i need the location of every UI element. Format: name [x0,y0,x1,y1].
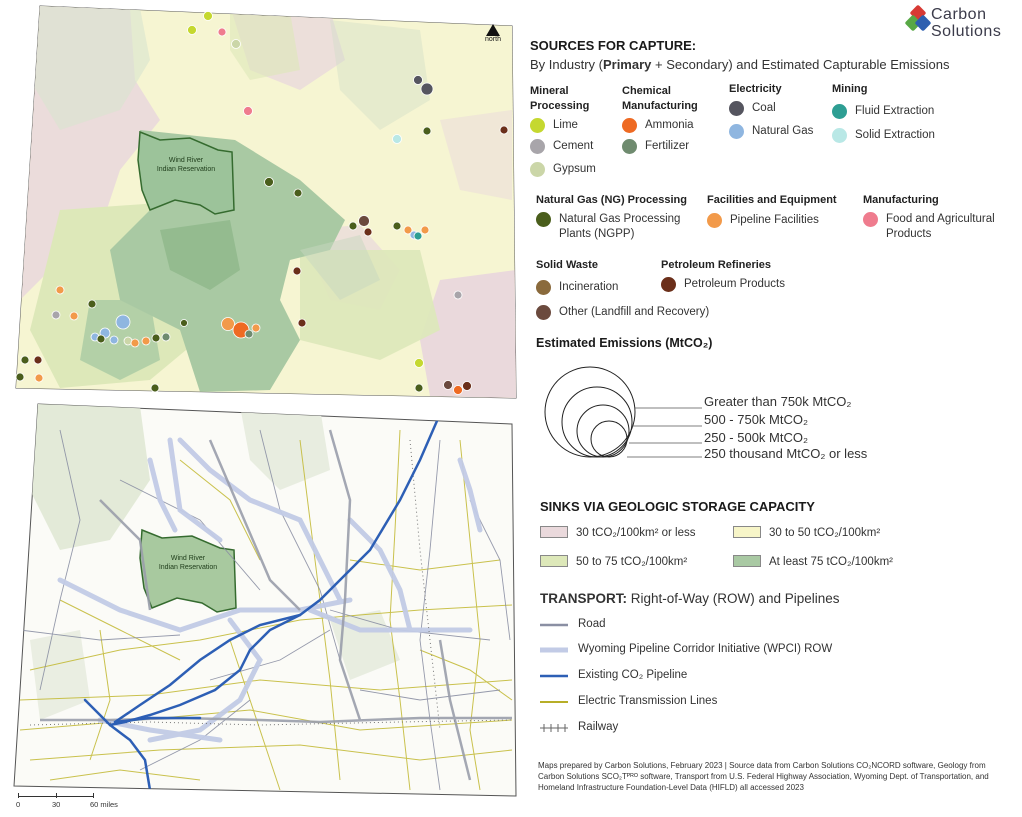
north-arrow: north [481,24,505,43]
logo-line-1: Carbon [931,6,987,23]
emissions-size-legend [544,366,702,458]
sources-title: SOURCES FOR CAPTURE: [530,38,697,53]
storage-capacity-raster [16,6,516,398]
scale-zero: 0 [16,800,21,809]
scale-end: 60 miles [90,800,118,809]
sink-swatch-2 [733,526,761,538]
capture-sources-map[interactable]: Wind River Indian Reservation north [0,0,520,405]
sources-subtitle: By Industry (Primary + Secondary) and Es… [530,57,950,72]
legend-coal: Coal [729,101,776,116]
legend-sink-2: 30 to 50 tCO₂/100km² [733,526,880,541]
reservation-label-2: Indian Reservation [157,166,215,173]
petroleum-title: Petroleum Refineries [661,259,772,271]
legend-petroleum-products: Petroleum Products [661,277,785,292]
legend-co2-pipeline: Existing CO₂ Pipeline [540,668,687,683]
north-arrow-icon [486,24,500,36]
legend-cement: Cement [530,139,593,154]
emissions-class-1: Greater than 750k MtCO₂ [704,394,852,409]
sink-swatch-3 [540,555,568,567]
solid-extraction-dot-icon [832,128,847,143]
emissions-title: Estimated Emissions (MtCO₂) [536,336,713,350]
scale-mid: 30 [52,800,61,809]
sink-swatch-4 [733,555,761,567]
legend-lime: Lime [530,118,578,133]
sinks-title: SINKS VIA GEOLOGIC STORAGE CAPACITY [540,499,815,514]
railway-line-icon [540,724,568,732]
road-line-icon [540,623,568,627]
reservation-label-bottom-1: Wind River [171,555,206,562]
solid-waste-title: Solid Waste [536,259,598,271]
facilities-title: Facilities and Equipment [707,194,837,206]
transport-map-svg: Wind River Indian Reservation [13,403,517,797]
legend-landfill: Other (Landfill and Recovery) [536,305,709,320]
chemical-title: Chemical Manufacturing [622,85,698,112]
coal-dot-icon [729,101,744,116]
manufacturing-title: Manufacturing [863,194,939,206]
ng-title: Natural Gas (NG) Processing [536,194,687,206]
legend-food-ag: Food and Agricultural Products [863,212,995,242]
transport-map[interactable]: Wind River Indian Reservation [0,400,520,800]
transmission-line-icon [540,701,568,703]
legend-natural-gas: Natural Gas [729,124,813,139]
fluid-extraction-dot-icon [832,104,847,119]
fertilizer-dot-icon [622,139,637,154]
legend-pipeline-facilities: Pipeline Facilities [707,213,819,228]
source-footnote: Maps prepared by Carbon Solutions, Febru… [538,761,989,792]
ngpp-dot-icon [536,212,551,227]
incineration-dot-icon [536,280,551,295]
carbon-solutions-logo: Carbon Solutions [904,4,1017,40]
emissions-class-3: 250 - 500k MtCO₂ [704,430,809,445]
transport-title: TRANSPORT: Right-of-Way (ROW) and Pipeli… [540,591,840,606]
north-label: north [485,36,501,43]
map-legend: SOURCES FOR CAPTURE: By Industry (Primar… [530,38,1020,798]
landfill-dot-icon [536,305,551,320]
pipeline-facilities-dot-icon [707,213,722,228]
reservation-label-bottom-2: Indian Reservation [159,564,217,571]
legend-solid-extraction: Solid Extraction [832,128,935,143]
natural-gas-dot-icon [729,124,744,139]
reservation-label-1: Wind River [169,157,204,164]
food-ag-dot-icon [863,212,878,227]
wpci-line-icon [540,647,568,653]
legend-railway: Railway [540,720,618,735]
legend-gypsum: Gypsum [530,162,596,177]
electricity-title: Electricity [729,83,782,95]
gypsum-dot-icon [530,162,545,177]
ammonia-dot-icon [622,118,637,133]
petroleum-dot-icon [661,277,676,292]
legend-fluid-extraction: Fluid Extraction [832,104,934,119]
legend-sink-4: At least 75 tCO₂/100km² [733,555,893,570]
legend-transmission: Electric Transmission Lines [540,694,717,709]
sink-swatch-1 [540,526,568,538]
lime-dot-icon [530,118,545,133]
legend-ngpp: Natural Gas Processing Plants (NGPP) [536,212,680,242]
legend-incineration: Incineration [536,280,618,295]
scale-bar: 0 30 60 miles [16,793,126,816]
legend-sink-1: 30 tCO₂/100km² or less [540,526,696,541]
mining-title: Mining [832,83,868,95]
legend-sink-3: 50 to 75 tCO₂/100km² [540,555,687,570]
emissions-class-2: 500 - 750k MtCO₂ [704,412,809,427]
legend-road: Road [540,617,606,632]
cement-dot-icon [530,139,545,154]
legend-fertilizer: Fertilizer [622,139,689,154]
legend-ammonia: Ammonia [622,118,694,133]
emissions-class-4: 250 thousand MtCO₂ or less [704,446,868,461]
co2-pipeline-line-icon [540,674,568,678]
capture-sources-map-svg: Wind River Indian Reservation [15,5,517,399]
mineral-title: Mineral Processing [530,85,590,112]
legend-wpci: Wyoming Pipeline Corridor Initiative (WP… [540,642,832,657]
